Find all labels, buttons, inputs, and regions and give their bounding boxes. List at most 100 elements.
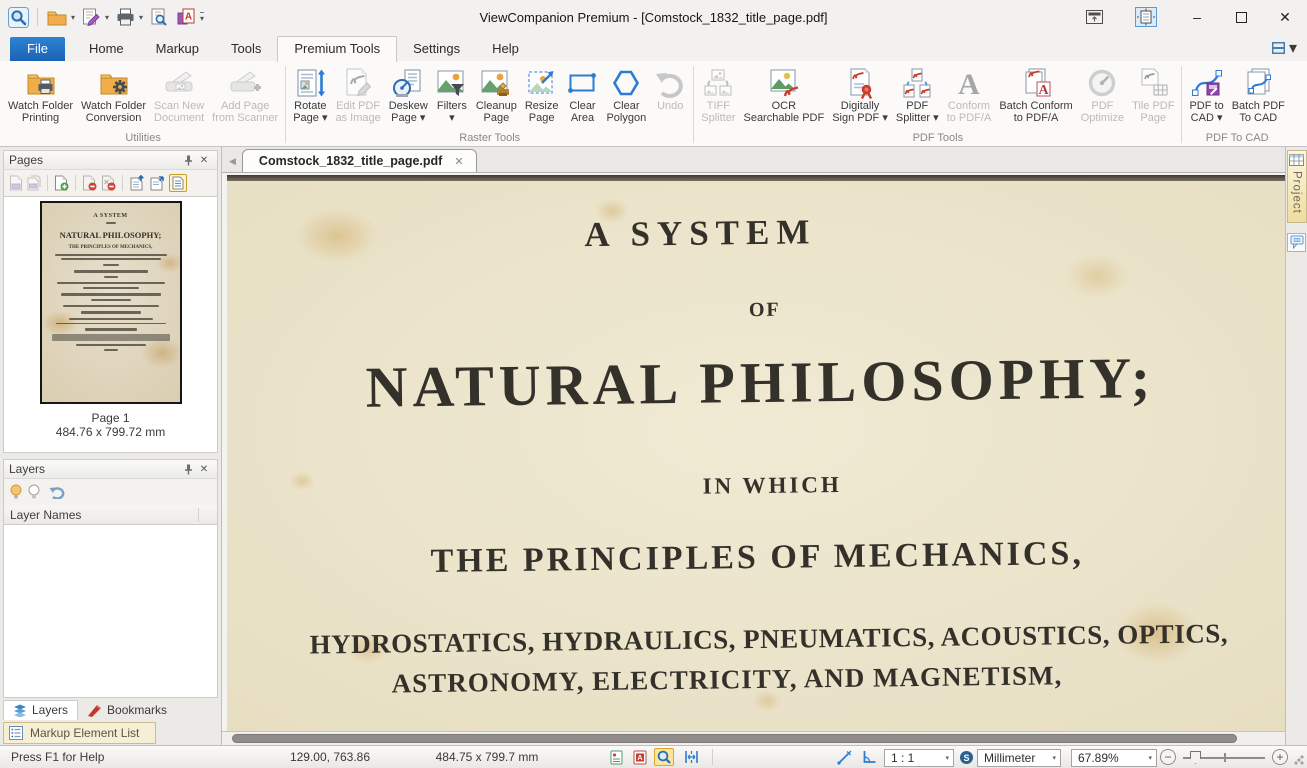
pdf-export-button[interactable]: A <box>174 5 198 29</box>
tile-pdf-page-icon <box>1137 66 1169 99</box>
clear-polygon-button[interactable]: Clear Polygon <box>602 63 650 130</box>
status-help-text: Press F1 for Help <box>11 750 104 764</box>
tab-tools[interactable]: Tools <box>215 37 277 61</box>
layer-names-header[interactable]: Layer Names <box>3 505 218 525</box>
layer-list[interactable] <box>3 525 218 698</box>
scale-ratio-combo[interactable]: 1 : 1 ▾ <box>884 749 954 767</box>
pages-panel-body: A SYSTEM NATURAL PHILOSOPHY; THE PRINCIP… <box>3 196 218 453</box>
ribbon-display-options[interactable]: ▾ <box>1271 38 1297 58</box>
edit-markup-button[interactable] <box>79 5 103 29</box>
pdf-to-cad-button[interactable]: PDF to CAD ▾ <box>1185 63 1227 130</box>
unit-caret-icon: ▾ <box>1052 754 1056 762</box>
app-logo-icon[interactable] <box>6 5 30 29</box>
tab-scroll-left-icon[interactable]: ◀ <box>227 156 242 172</box>
open-file-caret-icon[interactable]: ▾ <box>71 13 75 22</box>
layer-hidden-icon[interactable] <box>27 484 41 500</box>
status-stamp-icon[interactable] <box>606 748 626 766</box>
resize-grip[interactable] <box>1294 755 1304 765</box>
layer-visible-icon[interactable] <box>9 484 23 500</box>
ocr-searchable-pdf-icon <box>768 66 800 99</box>
pages-panel-header: Pages ✕ <box>3 150 218 170</box>
pages-close-icon[interactable]: ✕ <box>196 153 212 168</box>
document-tab-title: Comstock_1832_title_page.pdf <box>259 154 442 168</box>
filters-icon <box>436 66 468 99</box>
project-panel-tab[interactable]: Project <box>1287 150 1307 223</box>
comments-panel-icon[interactable] <box>1287 233 1306 252</box>
print-caret-icon[interactable]: ▾ <box>139 13 143 22</box>
svg-text:A: A <box>1038 83 1049 98</box>
ocr-searchable-pdf-button[interactable]: OCR Searchable PDF <box>739 63 828 130</box>
layers-pin-icon[interactable] <box>180 462 196 477</box>
svg-text:S: S <box>963 752 969 762</box>
tab-file[interactable]: File <box>10 37 65 61</box>
project-panel-label: Project <box>1291 171 1303 214</box>
page-label[interactable]: Page 1 <box>91 411 129 425</box>
page-view-mode-selected-icon[interactable] <box>169 174 187 192</box>
digitally-sign-pdf-button[interactable]: Digitally Sign PDF ▾ <box>828 63 892 130</box>
move-page-icon[interactable] <box>149 175 165 191</box>
copy-page-icon <box>27 175 41 191</box>
filters-button[interactable]: Filters ▾ <box>432 63 472 130</box>
watch-folder-printing-button[interactable]: Watch Folder Printing <box>4 63 77 130</box>
status-fit-width-icon[interactable] <box>681 748 701 766</box>
open-file-button[interactable] <box>45 5 69 29</box>
page-line-5: THE PRINCIPLES OF MECHANICS, <box>430 535 1084 581</box>
tab-home[interactable]: Home <box>73 37 140 61</box>
status-zoom-tool-icon[interactable] <box>654 748 674 766</box>
page-line-6: HYDROSTATICS, HYDRAULICS, PNEUMATICS, AC… <box>309 618 1228 660</box>
pages-pin-icon[interactable] <box>180 153 196 168</box>
layers-undo-icon[interactable] <box>49 486 66 499</box>
unit-combo[interactable]: Millimeter ▾ <box>977 749 1061 767</box>
page-line-2: OF <box>749 299 781 322</box>
document-viewport[interactable]: A SYSTEM OF NATURAL PHILOSOPHY; IN WHICH… <box>222 173 1285 731</box>
maximize-button[interactable] <box>1219 2 1263 32</box>
zoom-slider-thumb[interactable] <box>1190 751 1201 764</box>
pdf-splitter-button[interactable]: PDF Splitter ▾ <box>892 63 943 130</box>
document-tab-close-icon[interactable]: ✕ <box>454 155 463 168</box>
zoom-level-combo[interactable]: 67.89% ▾ <box>1071 749 1157 767</box>
horizontal-scrollbar-thumb[interactable] <box>232 734 1237 743</box>
zoom-out-button[interactable]: − <box>1160 749 1176 765</box>
tab-premium-tools[interactable]: Premium Tools <box>277 36 397 62</box>
print-preview-button[interactable] <box>147 5 171 29</box>
float-panel-icon[interactable] <box>1077 2 1111 32</box>
close-button[interactable]: ✕ <box>1263 2 1307 32</box>
watch-folder-conversion-button[interactable]: Watch Folder Conversion <box>77 63 150 130</box>
sidebar-tab-layers[interactable]: Layers <box>3 700 78 720</box>
measure-angle-icon[interactable] <box>859 748 879 766</box>
status-pdf-icon[interactable]: A <box>630 748 650 766</box>
tab-markup[interactable]: Markup <box>140 37 215 61</box>
edit-markup-caret-icon[interactable]: ▾ <box>105 13 109 22</box>
resize-page-button[interactable]: Resize Page <box>521 63 563 130</box>
page-1-thumbnail[interactable]: A SYSTEM NATURAL PHILOSOPHY; THE PRINCIP… <box>40 201 182 404</box>
markup-list-icon <box>9 726 23 740</box>
ribbon-layout-icon[interactable] <box>1129 2 1163 32</box>
document-tab-bar: ◀ Comstock_1832_title_page.pdf ✕ <box>222 147 1285 173</box>
measure-distance-icon[interactable] <box>834 748 854 766</box>
cleanup-page-button[interactable]: Cleanup Page <box>472 63 521 130</box>
group-label-raster-tools: Raster Tools <box>289 130 690 146</box>
batch-pdf-to-cad-button[interactable]: Batch PDF To CAD <box>1228 63 1289 130</box>
horizontal-scrollbar[interactable] <box>222 731 1285 745</box>
layers-close-icon[interactable]: ✕ <box>196 462 212 477</box>
scale-icon[interactable]: S <box>956 748 976 766</box>
move-page-up-icon[interactable] <box>129 175 145 191</box>
qat-overflow-icon[interactable]: ▾ <box>200 12 204 23</box>
project-grid-icon <box>1289 154 1304 166</box>
sidebar-tab-bookmarks[interactable]: Bookmarks <box>78 701 176 720</box>
add-page-icon[interactable] <box>54 175 69 191</box>
clear-area-button[interactable]: Clear Area <box>562 63 602 130</box>
batch-conform-to-pdfa-button[interactable]: A Batch Conform to PDF/A <box>995 63 1076 130</box>
markup-element-list-bar[interactable]: Markup Element List <box>3 722 156 744</box>
deskew-page-button[interactable]: Deskew Page ▾ <box>385 63 432 130</box>
rotate-page-button[interactable]: Rotate Page ▾ <box>289 63 331 130</box>
page-line-4: IN WHICH <box>702 472 842 500</box>
watch-folder-printing-icon <box>25 66 57 99</box>
print-button[interactable] <box>113 5 137 29</box>
minimize-button[interactable]: – <box>1175 2 1219 32</box>
tab-settings[interactable]: Settings <box>397 37 476 61</box>
tab-help[interactable]: Help <box>476 37 535 61</box>
tiff-splitter-icon <box>702 66 734 99</box>
document-tab[interactable]: Comstock_1832_title_page.pdf ✕ <box>242 149 477 172</box>
zoom-in-button[interactable]: + <box>1272 749 1288 765</box>
